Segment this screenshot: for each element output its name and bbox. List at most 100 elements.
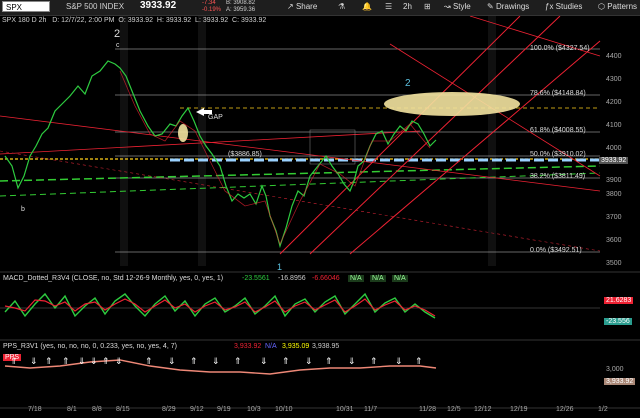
symbol-description: S&P 500 INDEX — [66, 2, 125, 11]
macd-na: N/A — [392, 275, 408, 282]
arrow-down-icon: ⇓ — [305, 356, 313, 366]
macd-title: MACD_Dotted_R3V4 (CLOSE, no, Std 12-26-9… — [3, 275, 224, 282]
arrow-up-icon: ⇑ — [62, 356, 70, 366]
x-tick: 12/5 — [447, 406, 461, 413]
macd-value-3: -6.66046 — [312, 275, 340, 282]
change-pct: -0.19% — [202, 7, 222, 13]
fib-0: 0.0% ($3492.51) — [530, 247, 582, 254]
studies-icon: ƒx — [545, 2, 556, 11]
chart-open: O: 3933.92 — [118, 17, 154, 24]
pps-title: PPS_R3V1 (yes, no, no, no, 0, 0.233, yes… — [3, 343, 177, 350]
box-label: ($3886.85) — [228, 151, 262, 158]
x-tick: 10/3 — [247, 406, 261, 413]
fib-50: 50.0% ($3910.02) — [530, 151, 586, 158]
arrow-down-icon: ⇓ — [115, 356, 123, 366]
x-tick: 10/31 — [336, 406, 354, 413]
symbol-input[interactable]: SPX — [2, 1, 50, 12]
list-icon[interactable]: ☰ — [385, 2, 392, 11]
timeframe-button[interactable]: 2h — [403, 2, 412, 11]
fib-100: 100.0% ($4327.54) — [530, 45, 590, 52]
pps-value-1: 3,933.92 — [234, 343, 262, 350]
chart-date: D: 12/7/22, 2:00 PM — [52, 17, 115, 24]
x-tick: 8/8 — [92, 406, 102, 413]
arrow-up-icon: ⇑ — [45, 356, 53, 366]
macd-value-1: -23.5561 — [242, 275, 270, 282]
arrow-down-icon: ⇓ — [90, 356, 98, 366]
x-tick: 9/12 — [190, 406, 204, 413]
wave-1-label: 1 — [277, 262, 283, 272]
style-button[interactable]: ↝ Style — [444, 2, 471, 11]
last-price: 3933.92 — [140, 0, 177, 11]
x-tick: 12/12 — [474, 406, 492, 413]
pps-arrows: ⇑ ⇓ ⇑ ⇑ ⇓ ⇓ ⇑ ⇓ ⇑ ⇓ ⇑ ⇓ ⇑ ⇓ ⇑ ⇓ ⇑ ⇓ ⇑ ⇓ … — [0, 356, 600, 376]
y-tick: 4300 — [606, 76, 622, 83]
wave-c-label: c — [116, 42, 120, 49]
x-tick: 10/10 — [275, 406, 293, 413]
x-tick: 8/15 — [116, 406, 130, 413]
macd-red-tag: 21.6283 — [604, 297, 634, 304]
studies-button[interactable]: ƒx Studies — [545, 2, 582, 11]
drawings-button[interactable]: ✎ Drawings — [487, 2, 529, 11]
share-button[interactable]: ↗ Share — [287, 2, 317, 11]
arrow-down-icon: ⇓ — [348, 356, 356, 366]
alert-icon[interactable]: 🔔 — [362, 2, 372, 11]
arrow-down-icon: ⇓ — [212, 356, 220, 366]
pps-price-tag: 3,933.92 — [604, 378, 636, 385]
x-tick: 11/28 — [419, 406, 436, 413]
x-tick: 1/2 — [598, 406, 608, 413]
flask-icon[interactable]: ⚗ — [338, 2, 345, 11]
arrow-up-icon: ⇑ — [10, 356, 18, 366]
y-tick: 3800 — [606, 191, 622, 198]
chart-low: L: 3933.92 — [195, 17, 229, 24]
y-tick: 4100 — [606, 122, 622, 129]
ask: A: 3959.36 — [226, 7, 256, 13]
macd-na: N/A — [348, 275, 364, 282]
arrow-down-icon: ⇓ — [260, 356, 268, 366]
macd-green-tag: -23.556 — [604, 318, 632, 325]
arrow-down-icon: ⇓ — [395, 356, 403, 366]
price-pane — [0, 16, 601, 266]
chart-info: SPX 180 D 2h — [2, 17, 47, 24]
arrow-down-icon: ⇓ — [78, 356, 86, 366]
chart-area[interactable]: 2 c b 1 2 GAP 100.0% ($4327.54) 78.6% ($… — [0, 16, 640, 418]
y-tick: 3900 — [606, 177, 622, 184]
y-tick: 3700 — [606, 214, 622, 221]
pps-value-3: 3,938.95 — [312, 343, 340, 350]
y-tick: 4400 — [606, 53, 622, 60]
arrow-up-icon: ⇑ — [190, 356, 198, 366]
fib-382: 38.2% ($3811.49) — [530, 173, 586, 180]
y-tick: 4000 — [606, 145, 622, 152]
x-tick: 9/19 — [217, 406, 231, 413]
change: -7.34 — [202, 0, 216, 6]
y-tick: 4200 — [606, 99, 622, 106]
arrow-up-icon: ⇑ — [415, 356, 423, 366]
x-tick: 12/26 — [556, 406, 574, 413]
patterns-icon: ⬡ — [598, 2, 608, 11]
chart-header: SPX 180 D 2h D: 12/7/22, 2:00 PM O: 3933… — [2, 17, 266, 24]
top-toolbar: SPX S&P 500 INDEX 3933.92 -7.34 -0.19% B… — [0, 0, 640, 16]
x-tick: 8/29 — [162, 406, 176, 413]
x-tick: 7/18 — [28, 406, 42, 413]
share-icon: ↗ — [287, 2, 296, 11]
pps-na: N/A — [265, 343, 277, 350]
x-tick: 11/7 — [364, 406, 378, 413]
pps-value-2: 3,935.09 — [282, 343, 310, 350]
y-tick: 3500 — [606, 260, 622, 267]
chart-high: H: 3933.92 — [156, 17, 192, 24]
arrow-up-icon: ⇑ — [325, 356, 333, 366]
arrow-down-icon: ⇓ — [30, 356, 38, 366]
chart-type-icon[interactable]: ⊞ — [424, 2, 431, 11]
arrow-up-icon: ⇑ — [370, 356, 378, 366]
macd-na: N/A — [370, 275, 386, 282]
macd-pane — [0, 274, 600, 338]
arrow-up-icon: ⇑ — [102, 356, 110, 366]
wave-2-right-label: 2 — [405, 78, 411, 89]
x-tick: 12/19 — [510, 406, 528, 413]
bid: B: 3908.82 — [226, 0, 256, 6]
price-tag: 3933.92 — [599, 157, 629, 164]
patterns-button[interactable]: ⬡ Patterns — [598, 2, 637, 11]
gap-label: GAP — [208, 114, 223, 121]
drawings-icon: ✎ — [487, 2, 496, 11]
arrow-up-icon: ⇑ — [145, 356, 153, 366]
y-tick: 3600 — [606, 237, 622, 244]
